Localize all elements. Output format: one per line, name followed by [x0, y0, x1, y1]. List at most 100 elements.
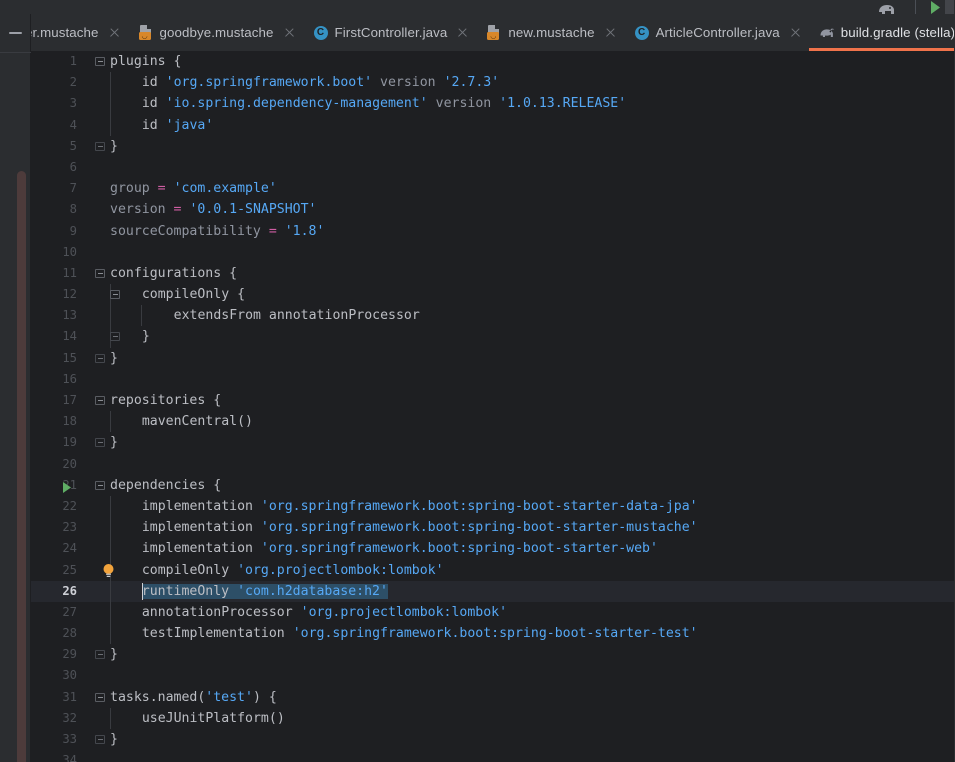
code-text[interactable]: configurations { — [110, 263, 237, 284]
fold-marker-end[interactable] — [94, 733, 106, 745]
code-text[interactable]: } — [110, 348, 118, 369]
code-line[interactable]: 28 testImplementation 'org.springframewo… — [31, 623, 955, 645]
code-text[interactable]: testImplementation 'org.springframework.… — [110, 623, 698, 644]
code-line[interactable]: 18 mavenCentral() — [31, 411, 955, 433]
fold-marker-end[interactable] — [94, 352, 106, 364]
mustache-file-icon: ◡ — [138, 24, 154, 41]
code-editor[interactable]: 1 plugins {2 id 'org.springframework.boot… — [31, 51, 955, 762]
code-text[interactable]: implementation 'org.springframework.boot… — [110, 517, 698, 538]
code-line[interactable]: 30 — [31, 665, 955, 686]
code-text[interactable]: } — [110, 326, 150, 347]
close-tab-icon[interactable] — [789, 26, 802, 39]
code-text[interactable]: useJUnitPlatform() — [110, 708, 285, 729]
code-line[interactable]: 6 — [31, 157, 955, 178]
code-text[interactable]: } — [110, 432, 118, 453]
code-text[interactable]: repositories { — [110, 390, 221, 411]
code-line[interactable]: 14 } — [31, 326, 955, 348]
code-line[interactable]: 12 compileOnly { — [31, 284, 955, 306]
editor-tab[interactable]: ◡ new.mustache — [476, 14, 623, 51]
code-text[interactable]: id 'io.spring.dependency-management' ver… — [110, 93, 626, 114]
code-line[interactable]: 1 plugins { — [31, 51, 955, 72]
fold-marker-expanded[interactable] — [94, 267, 106, 279]
code-line[interactable]: 19} — [31, 432, 955, 453]
code-text[interactable]: implementation 'org.springframework.boot… — [110, 496, 698, 517]
fold-marker-expanded[interactable] — [94, 394, 106, 406]
close-tab-icon[interactable] — [456, 26, 469, 39]
code-line[interactable]: 3 id 'io.spring.dependency-management' v… — [31, 93, 955, 115]
code-line[interactable]: 13 extendsFrom annotationProcessor — [31, 305, 955, 327]
code-line[interactable]: 7 group = 'com.example' — [31, 178, 955, 199]
run-green-arrow-icon[interactable] — [60, 479, 73, 493]
code-line[interactable]: 10 — [31, 242, 955, 263]
gradle-elephant-icon[interactable] — [877, 2, 897, 14]
code-text[interactable]: runtimeOnly 'com.h2database:h2' — [110, 581, 388, 602]
scrollbar-thumb[interactable] — [17, 171, 26, 762]
code-text[interactable]: plugins { — [110, 51, 181, 72]
close-tab-icon[interactable] — [108, 26, 121, 39]
fold-marker-end[interactable] — [94, 436, 106, 448]
code-text[interactable]: implementation 'org.springframework.boot… — [110, 538, 658, 559]
code-text[interactable]: } — [110, 729, 118, 750]
line-number: 17 — [62, 393, 77, 407]
fold-marker-expanded[interactable] — [94, 479, 106, 491]
hide-tool-window-button[interactable] — [8, 25, 23, 41]
code-line[interactable]: 23 implementation 'org.springframework.b… — [31, 517, 955, 539]
close-tab-icon[interactable] — [604, 26, 617, 39]
editor-tab[interactable]: build.gradle (stella) — [808, 14, 955, 51]
code-text[interactable]: annotationProcessor 'org.projectlombok:l… — [110, 602, 507, 623]
code-text[interactable]: compileOnly { — [110, 284, 245, 305]
code-line[interactable]: 25 compileOnly 'org.projectlombok:lombok… — [31, 559, 955, 581]
code-text[interactable]: id 'java' — [110, 115, 213, 136]
code-line[interactable]: 11 configurations { — [31, 263, 955, 284]
code-line[interactable]: 22 implementation 'org.springframework.b… — [31, 495, 955, 518]
fold-marker-end[interactable] — [94, 140, 106, 152]
code-text[interactable]: } — [110, 136, 118, 157]
code-line[interactable]: 26 runtimeOnly 'com.h2database:h2' — [31, 580, 955, 602]
code-line[interactable]: 31 tasks.named('test') { — [31, 687, 955, 708]
line-number: 18 — [62, 414, 77, 429]
code-line[interactable]: 15} — [31, 348, 955, 369]
run-green-arrow-icon[interactable] — [928, 1, 942, 14]
code-line[interactable]: 33} — [31, 729, 955, 750]
code-line[interactable]: 20 — [31, 454, 955, 475]
fold-marker-expanded[interactable] — [94, 691, 106, 703]
code-line[interactable]: 8 version = '0.0.1-SNAPSHOT' — [31, 199, 955, 220]
code-line[interactable]: 34 — [31, 750, 955, 762]
code-line[interactable]: 2 id 'org.springframework.boot' version … — [31, 72, 955, 94]
code-text[interactable]: mavenCentral() — [110, 411, 253, 432]
editor-vertical-scrollbar[interactable] — [16, 53, 28, 762]
line-number: 32 — [62, 710, 77, 725]
code-text[interactable]: group = 'com.example' — [110, 178, 277, 199]
idea-editor-window: ◡er.mustache◡goodbye.mustacheCFirstContr… — [0, 0, 955, 762]
editor-tab[interactable]: C ArticleController.java — [624, 14, 809, 51]
code-text[interactable]: } — [110, 644, 118, 665]
code-line[interactable]: 4 id 'java' — [31, 114, 955, 136]
close-tab-icon[interactable] — [283, 26, 296, 39]
code-line[interactable]: 5} — [31, 136, 955, 157]
code-text[interactable]: extendsFrom annotationProcessor — [110, 305, 420, 326]
line-number: 27 — [62, 604, 77, 619]
editor-code-area[interactable]: 1 plugins {2 id 'org.springframework.boot… — [31, 51, 955, 762]
code-line[interactable]: 16 — [31, 369, 955, 390]
code-line[interactable]: 17 repositories { — [31, 390, 955, 411]
editor-tab[interactable]: ◡ goodbye.mustache — [128, 14, 303, 51]
selected-text[interactable]: runtimeOnly 'com.h2database:h2' — [141, 583, 388, 599]
code-line[interactable]: 27 annotationProcessor 'org.projectlombo… — [31, 601, 955, 624]
line-number: 34 — [62, 753, 77, 762]
code-line[interactable]: 21 dependencies { — [31, 475, 955, 496]
code-text[interactable]: dependencies { — [110, 475, 221, 496]
code-line[interactable]: 29} — [31, 644, 955, 665]
code-text[interactable]: sourceCompatibility = '1.8' — [110, 221, 324, 242]
editor-tab[interactable]: C FirstController.java — [303, 14, 477, 51]
code-text[interactable]: compileOnly 'org.projectlombok:lombok' — [110, 560, 444, 581]
code-text[interactable]: tasks.named('test') { — [110, 687, 277, 708]
code-line[interactable]: 9 sourceCompatibility = '1.8' — [31, 221, 955, 242]
editor-tab[interactable]: ◡er.mustache — [31, 14, 128, 51]
code-line[interactable]: 24 implementation 'org.springframework.b… — [31, 538, 955, 560]
code-text[interactable]: id 'org.springframework.boot' version '2… — [110, 72, 499, 93]
fold-marker-end[interactable] — [94, 648, 106, 660]
code-text[interactable]: version = '0.0.1-SNAPSHOT' — [110, 199, 316, 220]
fold-marker-expanded[interactable] — [94, 55, 106, 67]
code-line[interactable]: 32 useJUnitPlatform() — [31, 707, 955, 729]
intention-lightbulb-icon[interactable] — [101, 563, 116, 579]
